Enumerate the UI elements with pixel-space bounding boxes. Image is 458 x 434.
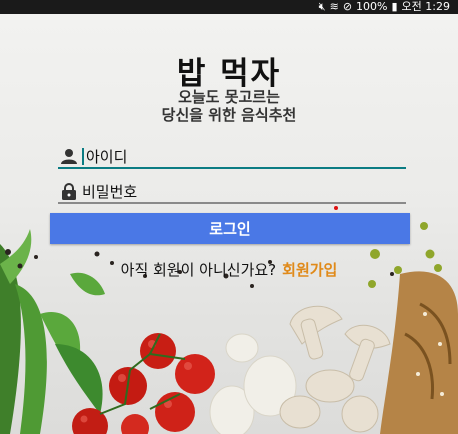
app-title: 밥 먹자 [176, 56, 282, 92]
signup-row: 아직 회원이 아니신가요? 회원가입 [0, 259, 458, 280]
battery-icon: ▮ [391, 0, 398, 13]
id-input[interactable]: 아이디 [84, 146, 127, 167]
password-field[interactable]: 비밀번호 [58, 180, 406, 204]
signup-link[interactable]: 회원가입 [282, 261, 337, 279]
subtitle-line-2: 당신을 위한 음식추천 [161, 106, 297, 124]
signup-prompt: 아직 회원이 아니신가요? [120, 261, 277, 279]
mute-icon: 🔇︎ [318, 0, 326, 13]
status-bar: 🔇︎ ≋ ⊘ 100% ▮ 오전 1:29 [0, 0, 458, 14]
subtitle-line-1: 오늘도 못고르는 [178, 88, 280, 106]
password-input[interactable]: 비밀번호 [80, 181, 137, 202]
person-icon [58, 146, 80, 166]
login-screen: 밥 먹자 오늘도 못고르는 당신을 위한 음식추천 아이디 비밀번호 로그인 아… [0, 14, 458, 434]
id-field[interactable]: 아이디 [58, 145, 406, 169]
lock-icon [58, 181, 80, 201]
login-button[interactable]: 로그인 [50, 213, 410, 244]
indicator-dot [334, 206, 338, 210]
app-subtitle: 오늘도 못고르는 당신을 위한 음식추천 [0, 88, 458, 124]
wifi-icon: ≋ [329, 0, 339, 13]
clock: 오전 1:29 [401, 0, 450, 13]
battery-percent: 100% [356, 0, 388, 13]
dnd-icon: ⊘ [342, 0, 353, 13]
